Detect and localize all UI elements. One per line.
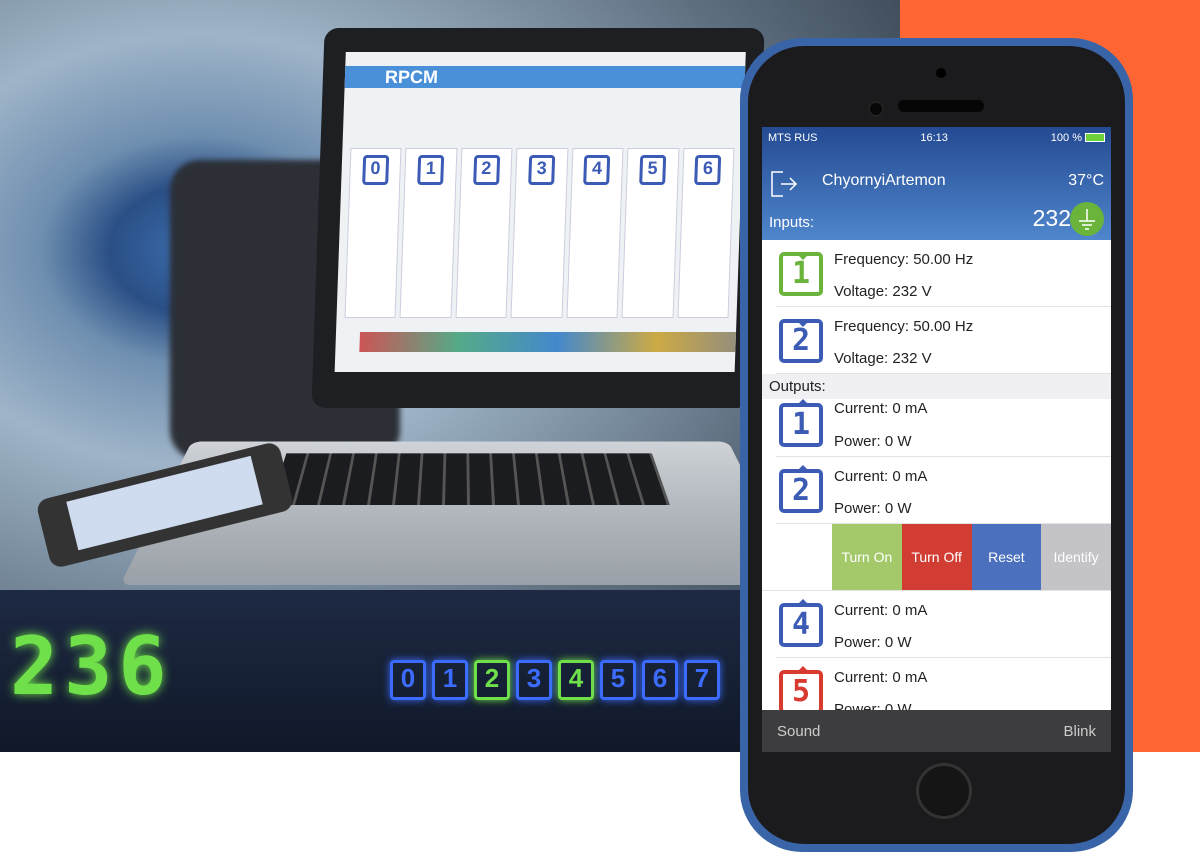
reset-button[interactable]: Reset: [971, 524, 1042, 590]
device-output: 0: [390, 660, 426, 700]
carrier: MTS RUS: [768, 131, 818, 144]
device-output: 7: [684, 660, 720, 700]
speaker: [898, 100, 984, 112]
laptop-app-title: RPCM: [344, 66, 746, 88]
output-actions: Turn On Turn Off Reset Identify: [762, 524, 1111, 591]
current: Current: 0 mA: [834, 669, 928, 686]
current: Current: 0 mA: [834, 400, 928, 417]
battery-icon: [1084, 133, 1105, 143]
output-1-icon: 1: [779, 399, 823, 447]
voltage: Voltage: 232 V: [834, 350, 932, 367]
device-output: 5: [600, 660, 636, 700]
app-header: MTS RUS 16:13 100 % ChyornyiArtemon 37°C…: [762, 127, 1111, 240]
laptop-output: 1: [417, 155, 445, 185]
frequency: Frequency: 50.00 Hz: [834, 251, 974, 268]
power: Power: 0 W: [834, 500, 912, 517]
laptop-output: 6: [694, 155, 722, 185]
laptop-output: 2: [472, 155, 500, 185]
output-row[interactable]: 4 Current: 0 mA Power: 0 W: [776, 591, 1111, 658]
current: Current: 0 mA: [834, 468, 928, 485]
laptop-screen: RPCM 0 1 2 3 4 5 6: [311, 28, 765, 408]
voltage: Voltage: 232 V: [834, 283, 932, 300]
dock: [359, 332, 746, 352]
input-row[interactable]: 1 Frequency: 50.00 Hz Voltage: 232 V: [776, 240, 1111, 307]
battery-text: 100 %: [1050, 131, 1082, 144]
device-output: 4: [558, 660, 594, 700]
sound-button[interactable]: Sound: [777, 723, 820, 740]
current: Current: 0 mA: [834, 602, 928, 619]
clock: 16:13: [920, 131, 948, 144]
power: Power: 0 W: [834, 433, 912, 450]
logout-icon[interactable]: [769, 169, 799, 199]
temperature: 37°C: [1068, 172, 1104, 189]
inputs-label: Inputs:: [769, 214, 815, 231]
device-output: 6: [642, 660, 678, 700]
device-output: 1: [432, 660, 468, 700]
ground-icon: [1070, 202, 1104, 236]
power: Power: 0 W: [834, 634, 912, 651]
app-screen: MTS RUS 16:13 100 % ChyornyiArtemon 37°C…: [762, 127, 1111, 752]
input-1-icon: 1: [779, 252, 823, 296]
output-row[interactable]: 1 Current: 0 mA Power: 0 W: [776, 399, 1111, 457]
turn-on-button[interactable]: Turn On: [832, 524, 902, 590]
device-output: 3: [516, 660, 552, 700]
laptop-output: 4: [583, 155, 611, 185]
output-row[interactable]: 2 Current: 0 mA Power: 0 W: [776, 457, 1111, 524]
bottom-toolbar: Sound Blink: [762, 710, 1111, 752]
blink-button[interactable]: Blink: [1063, 723, 1096, 740]
laptop-output: 3: [528, 155, 556, 185]
phone-frame: MTS RUS 16:13 100 % ChyornyiArtemon 37°C…: [740, 38, 1133, 852]
frequency: Frequency: 50.00 Hz: [834, 318, 974, 335]
led-display: 236: [10, 620, 173, 713]
device-output: 2: [474, 660, 510, 700]
voltage-readout: 232: [1032, 205, 1071, 231]
home-button[interactable]: [916, 763, 972, 819]
identify-button[interactable]: Identify: [1041, 524, 1111, 590]
input-row[interactable]: 2 Frequency: 50.00 Hz Voltage: 232 V: [776, 307, 1111, 374]
outputs-label: Outputs:: [762, 374, 1111, 399]
user-name: ChyornyiArtemon: [822, 172, 946, 189]
turn-off-button[interactable]: Turn Off: [901, 524, 972, 590]
laptop-output: 5: [638, 155, 667, 185]
output-4-icon: 4: [779, 599, 823, 647]
output-2-icon: 2: [779, 465, 823, 513]
status-bar: MTS RUS 16:13 100 %: [762, 127, 1111, 148]
output-5-icon: 5: [779, 666, 823, 714]
laptop-output: 0: [361, 155, 389, 185]
input-2-icon: 2: [779, 319, 823, 363]
